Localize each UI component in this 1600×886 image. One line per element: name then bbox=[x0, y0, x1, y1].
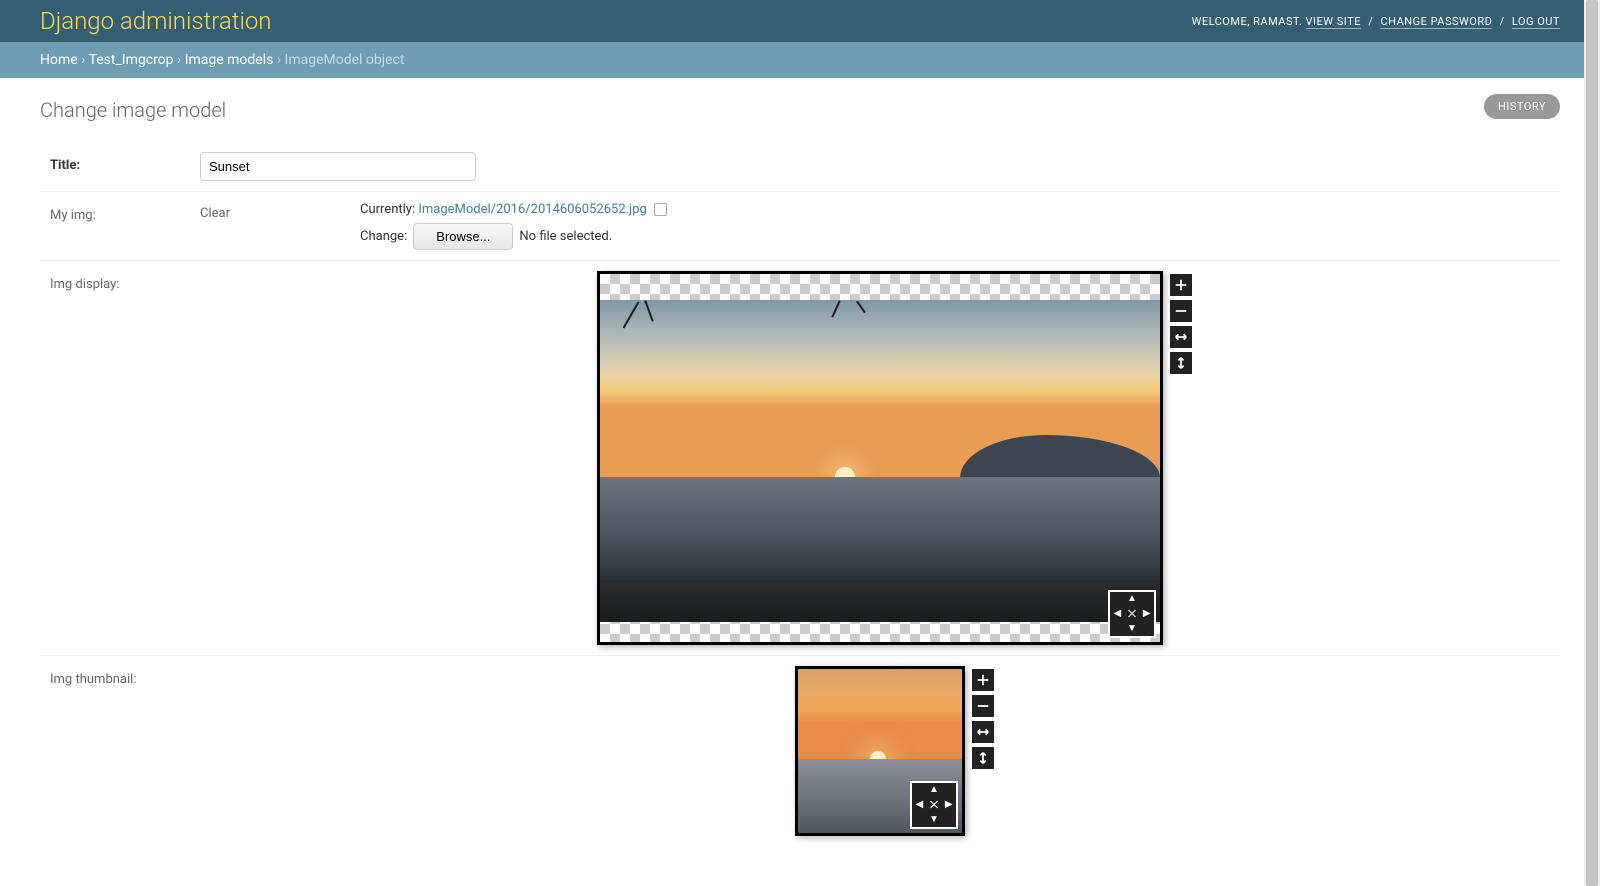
view-site-link[interactable]: VIEW SITE bbox=[1306, 15, 1361, 29]
fit-vertical-button[interactable] bbox=[1170, 352, 1192, 374]
thumb-zoom-in-button[interactable] bbox=[972, 669, 994, 691]
no-file-text: No file selected. bbox=[519, 229, 612, 244]
row-my-img: My img: Clear Currently: ImageModel/2016… bbox=[40, 192, 1560, 261]
admin-header: Django administration WELCOME, RAMAST. V… bbox=[0, 0, 1600, 42]
title-label: Title: bbox=[40, 152, 200, 173]
display-image[interactable] bbox=[600, 300, 1160, 622]
row-img-display: Img display: bbox=[40, 261, 1560, 656]
thumb-fit-vertical-button[interactable] bbox=[972, 747, 994, 769]
arrow-left-icon: ◀ bbox=[1113, 609, 1121, 619]
site-title: Django administration bbox=[40, 7, 272, 35]
row-img-thumbnail: Img thumbnail: bbox=[40, 656, 1560, 846]
move-center-icon bbox=[1127, 609, 1137, 619]
display-crop-frame[interactable]: ▲ ◀ ▶ ▼ bbox=[597, 271, 1163, 645]
arrow-up-icon: ▲ bbox=[1127, 594, 1137, 604]
user-tools: WELCOME, RAMAST. VIEW SITE / CHANGE PASS… bbox=[1192, 15, 1560, 28]
display-label: Img display: bbox=[40, 271, 200, 292]
myimg-label: My img: bbox=[40, 202, 200, 223]
change-password-link[interactable]: CHANGE PASSWORD bbox=[1380, 15, 1492, 29]
welcome-text: WELCOME, RAMAST. bbox=[1192, 15, 1306, 28]
current-file-link[interactable]: ImageModel/2016/2014606052652.jpg bbox=[418, 202, 646, 217]
breadcrumb: Home › Test_Imgcrop › Image models › Ima… bbox=[0, 42, 1600, 78]
breadcrumb-home[interactable]: Home bbox=[40, 52, 78, 68]
thumbnail-label: Img thumbnail: bbox=[40, 666, 200, 687]
branding: Django administration bbox=[40, 7, 272, 35]
breadcrumb-model[interactable]: Image models bbox=[185, 52, 274, 68]
arrow-right-icon: ▶ bbox=[1143, 609, 1151, 619]
thumbnail-crop-frame[interactable]: ▲ ◀▶ ▼ bbox=[795, 666, 965, 836]
browse-button[interactable]: Browse... bbox=[413, 223, 513, 250]
fit-horizontal-button[interactable] bbox=[1170, 326, 1192, 348]
display-side-controls bbox=[1170, 274, 1192, 374]
clear-link[interactable]: Clear bbox=[200, 202, 360, 221]
breadcrumb-app[interactable]: Test_Imgcrop bbox=[89, 52, 174, 68]
thumb-zoom-out-button[interactable] bbox=[972, 695, 994, 717]
title-input[interactable] bbox=[200, 152, 476, 181]
change-label: Change: bbox=[360, 229, 407, 244]
thumb-fit-horizontal-button[interactable] bbox=[972, 721, 994, 743]
display-move-control[interactable]: ▲ ◀ ▶ ▼ bbox=[1108, 590, 1156, 638]
arrow-down-icon: ▼ bbox=[1127, 624, 1137, 634]
zoom-out-button[interactable] bbox=[1170, 300, 1192, 322]
page-title: Change image model bbox=[40, 98, 1560, 122]
row-title: Title: bbox=[40, 142, 1560, 192]
currently-label: Currently: bbox=[360, 202, 415, 217]
thumbnail-side-controls bbox=[972, 669, 994, 769]
clear-checkbox[interactable] bbox=[654, 203, 667, 216]
history-button[interactable]: HISTORY bbox=[1484, 94, 1560, 119]
scrollbar-thumb[interactable] bbox=[1586, 0, 1598, 886]
vertical-scrollbar[interactable] bbox=[1584, 0, 1600, 886]
zoom-in-button[interactable] bbox=[1170, 274, 1192, 296]
logout-link[interactable]: LOG OUT bbox=[1512, 15, 1560, 29]
thumbnail-move-control[interactable]: ▲ ◀▶ ▼ bbox=[910, 781, 958, 829]
breadcrumb-current: ImageModel object bbox=[285, 52, 405, 68]
